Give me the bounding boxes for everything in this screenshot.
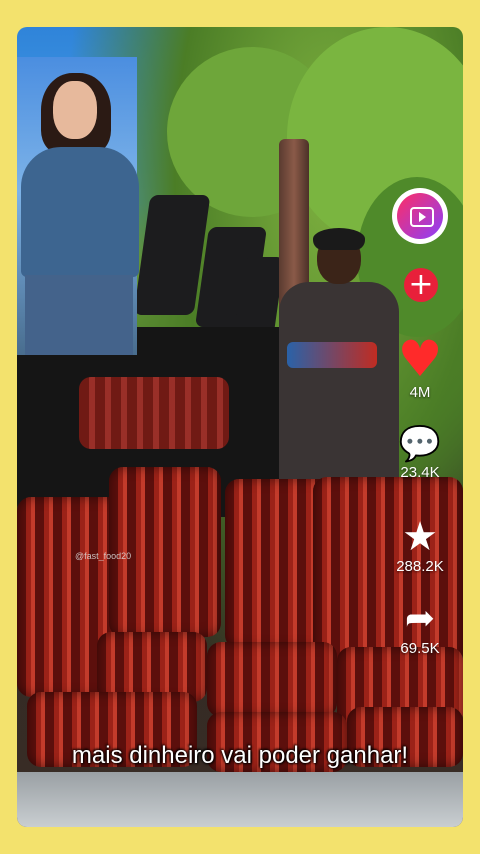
- live-badge: [397, 193, 443, 239]
- share-button[interactable]: ➦ 69.5K: [380, 598, 460, 657]
- ribs-inside-smoker: [79, 377, 229, 449]
- like-button[interactable]: ♥ 4M: [380, 334, 460, 401]
- like-count: 4M: [409, 384, 431, 401]
- share-arrow-icon: ➦: [404, 598, 436, 639]
- video-caption: mais dinheiro vai poder ganhar!: [71, 742, 409, 769]
- star-icon: ★: [402, 514, 438, 560]
- presenter-shirt: [21, 147, 139, 277]
- follow-plus-icon[interactable]: +: [404, 268, 438, 302]
- watermark-text: @fast_food20: [75, 551, 132, 561]
- presenter-inset: [17, 57, 139, 355]
- share-count: 69.5K: [400, 640, 440, 657]
- live-button[interactable]: [392, 188, 448, 244]
- app-frame: @fast_food20 mais dinheiro vai poder gan…: [0, 0, 480, 854]
- heart-icon: ♥: [397, 330, 443, 388]
- presenter-jeans: [25, 275, 133, 355]
- favorite-button[interactable]: ★ 288.2K: [380, 516, 460, 575]
- tv-play-icon: [410, 207, 434, 227]
- comment-icon: 💬: [398, 424, 442, 464]
- comment-button[interactable]: 💬 23.4K: [380, 424, 460, 481]
- comment-count: 23.4K: [400, 464, 440, 481]
- chef-ribs-held: [287, 342, 377, 368]
- favorite-count: 288.2K: [396, 558, 444, 575]
- presenter-face: [53, 81, 97, 139]
- chef-cap: [313, 228, 365, 250]
- serving-tray: [17, 772, 463, 827]
- rib-rack: [207, 642, 337, 717]
